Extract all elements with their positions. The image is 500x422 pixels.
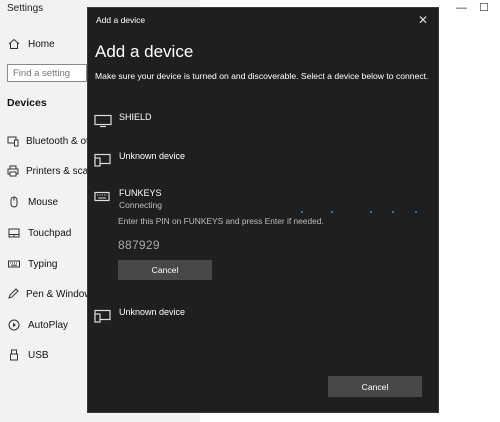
search-input[interactable] bbox=[7, 64, 87, 82]
progress-dot bbox=[331, 211, 333, 213]
cancel-button[interactable]: Cancel bbox=[328, 376, 422, 397]
progress-dot bbox=[370, 211, 372, 213]
maximize-button[interactable]: ☐ bbox=[479, 2, 489, 14]
device-item-shield[interactable]: SHIELD bbox=[94, 112, 424, 132]
nav-touchpad[interactable]: Touchpad bbox=[0, 224, 88, 242]
nav-usb-label: USB bbox=[28, 349, 49, 361]
nav-usb[interactable]: USB bbox=[0, 346, 88, 364]
device-name: Unknown device bbox=[119, 151, 186, 161]
pin-code: 887929 bbox=[118, 238, 160, 252]
nav-typing-label: Typing bbox=[28, 258, 58, 270]
progress-dot bbox=[392, 211, 394, 213]
add-device-dialog: Add a device ✕ Add a device Make sure yo… bbox=[88, 8, 438, 412]
bluetooth-devices-icon bbox=[7, 134, 19, 148]
nav-pen[interactable]: Pen & Windows Ink bbox=[0, 285, 88, 303]
usb-icon bbox=[7, 348, 21, 362]
nav-typing[interactable]: Typing bbox=[0, 255, 88, 273]
nav-bluetooth-label: Bluetooth & other devices bbox=[26, 135, 88, 147]
section-heading: Devices bbox=[7, 97, 47, 109]
mouse-icon bbox=[7, 195, 21, 209]
keyboard-icon bbox=[7, 257, 21, 271]
dialog-instructions: Make sure your device is turned on and d… bbox=[95, 71, 429, 81]
touchpad-icon bbox=[7, 226, 21, 240]
close-button[interactable]: ✕ bbox=[414, 11, 432, 29]
pin-cancel-button[interactable]: Cancel bbox=[118, 260, 212, 280]
nav-mouse[interactable]: Mouse bbox=[0, 193, 88, 211]
device-name: SHIELD bbox=[119, 112, 152, 122]
settings-title: Settings bbox=[7, 3, 44, 14]
printer-icon bbox=[7, 164, 19, 178]
dialog-title: Add a device bbox=[96, 15, 146, 25]
home-icon bbox=[7, 37, 21, 51]
minimize-button[interactable]: — bbox=[456, 2, 467, 14]
unknown-device-icon bbox=[94, 153, 112, 167]
pen-icon bbox=[7, 287, 19, 301]
device-item-unknown[interactable]: Unknown device bbox=[94, 151, 424, 171]
nav-printers-label: Printers & scanners bbox=[26, 165, 88, 177]
device-item-unknown-2[interactable]: Unknown device bbox=[94, 307, 424, 327]
nav-printers[interactable]: Printers & scanners bbox=[0, 162, 88, 180]
device-name: Unknown device bbox=[119, 307, 186, 317]
progress-dot bbox=[415, 211, 417, 213]
unknown-device-icon bbox=[94, 309, 112, 323]
pin-instructions: Enter this PIN on FUNKEYS and press Ente… bbox=[118, 216, 324, 226]
tv-icon bbox=[94, 114, 112, 128]
nav-touchpad-label: Touchpad bbox=[28, 227, 72, 239]
nav-pen-label: Pen & Windows Ink bbox=[26, 288, 88, 300]
progress-dot bbox=[301, 211, 303, 213]
autoplay-icon bbox=[7, 318, 21, 332]
nav-autoplay[interactable]: AutoPlay bbox=[0, 316, 88, 334]
close-icon: ✕ bbox=[417, 13, 429, 27]
nav-bluetooth[interactable]: Bluetooth & other devices bbox=[0, 132, 88, 150]
dialog-heading: Add a device bbox=[95, 42, 194, 61]
nav-mouse-label: Mouse bbox=[28, 196, 59, 208]
device-name: FUNKEYS bbox=[119, 188, 162, 198]
device-status: Connecting bbox=[119, 200, 163, 210]
nav-home[interactable]: Home bbox=[0, 35, 88, 53]
device-item-funkeys[interactable]: FUNKEYS Connecting bbox=[94, 188, 424, 214]
dialog-title-bar: Add a device ✕ bbox=[88, 8, 438, 32]
nav-home-label: Home bbox=[28, 38, 55, 50]
keyboard-icon bbox=[94, 190, 112, 204]
nav-autoplay-label: AutoPlay bbox=[28, 319, 69, 331]
